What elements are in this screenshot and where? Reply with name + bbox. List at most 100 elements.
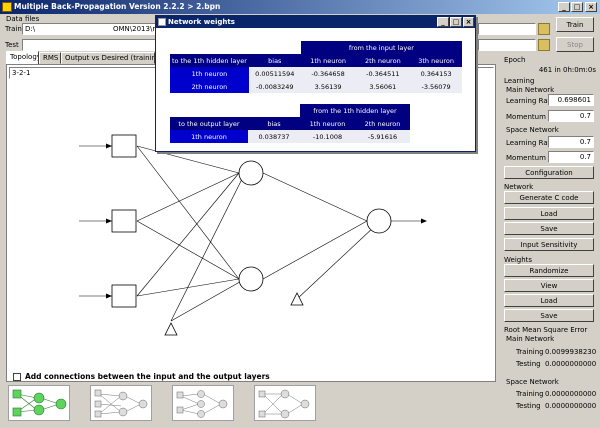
thumbnail-network-4[interactable] — [254, 385, 316, 421]
row-label: 2th neuron — [170, 80, 249, 93]
rmse-training-value: 0.0099938230 — [545, 348, 597, 356]
weights-view-button[interactable]: View — [504, 279, 594, 292]
rmse-space-caption: Space Network — [506, 378, 559, 386]
main-momentum-field[interactable]: 0.7 — [548, 110, 594, 122]
train-button[interactable]: Train — [556, 17, 594, 32]
weight-cell: -0.364511 — [355, 67, 411, 80]
row-label: 1th neuron — [170, 67, 249, 80]
thumbnail-network-3[interactable] — [172, 385, 234, 421]
output-neuron — [366, 208, 392, 234]
bias-cell: -0.0083249 — [248, 80, 301, 93]
weight-cell: -5.91616 — [355, 130, 410, 143]
table-row: 2th neuron -0.0083249 3.56139 3.56061 -3… — [170, 80, 462, 93]
output-weights-table: from the 1th hidden layer to the output … — [170, 104, 410, 143]
input-col-header: 3th neuron — [410, 54, 462, 67]
table-row: 1th neuron 0.038737 -10.1008 -5.91616 — [170, 130, 410, 143]
hidden-weights-table: from the input layer to the 1th hidden l… — [170, 41, 462, 93]
bias-column-header: bias — [248, 54, 301, 67]
rmse-main-caption: Main Network — [506, 335, 555, 343]
rmse-caption: Root Mean Square Error — [504, 326, 588, 334]
space-learning-rate-field[interactable]: 0.7 — [548, 136, 594, 148]
input-sensitivity-button[interactable]: Input Sensitivity — [504, 238, 594, 251]
rmse-space-training-label: Training — [516, 390, 544, 398]
popup-minimize-icon[interactable]: _ — [437, 17, 449, 27]
thumbnail-network-1[interactable] — [8, 385, 70, 421]
weights-caption: Weights — [504, 256, 533, 264]
tab-topology[interactable]: Topology — [6, 51, 39, 65]
close-icon[interactable]: × — [585, 2, 597, 12]
network-save-button[interactable]: Save — [504, 222, 594, 235]
input-arrow-3 — [106, 293, 112, 299]
randomize-button[interactable]: Randomize — [504, 264, 594, 277]
rmse-training-label: Training — [516, 348, 544, 356]
main-network-caption: Main Network — [506, 86, 555, 94]
generate-c-code-button[interactable]: Generate C code — [504, 191, 594, 204]
row-label: 1th neuron — [170, 130, 248, 143]
rmse-testing-label: Testing — [516, 360, 541, 368]
network-caption: Network — [504, 183, 534, 191]
input-arrow-1 — [106, 143, 112, 149]
rmse-testing-value: 0.0000000000 — [545, 360, 597, 368]
weights-save-button[interactable]: Save — [504, 309, 594, 322]
epoch-label: Epoch — [504, 56, 526, 64]
train-label: Train — [5, 25, 22, 33]
window-icon — [158, 18, 166, 26]
input-neuron-2 — [111, 209, 137, 233]
test-file-field[interactable] — [22, 39, 157, 51]
tab-rms[interactable]: RMS — [39, 52, 61, 64]
space-momentum-field[interactable]: 0.7 — [548, 151, 594, 163]
train-path-tail: OMN\2013\nb — [113, 25, 157, 33]
space-network-caption: Space Network — [506, 126, 559, 134]
input-arrow-2 — [106, 218, 112, 224]
bias-cell: 0.038737 — [248, 130, 300, 143]
network-weights-window: Network weights _ □ × from the input lay… — [155, 15, 476, 152]
from-input-layer-header: from the input layer — [300, 41, 462, 54]
weight-cell: 3.56061 — [355, 80, 411, 93]
weight-cell: -0.364658 — [300, 67, 356, 80]
epoch-value: 461 in 0h:0m:0s — [538, 66, 596, 74]
popup-close-icon[interactable]: × — [463, 17, 474, 27]
hidden-col-header: 2th neuron — [355, 117, 410, 130]
rmse-space-testing-value: 0.0000000000 — [545, 402, 597, 410]
add-connections-checkbox[interactable] — [13, 373, 21, 381]
weight-cell: -3.56079 — [410, 80, 462, 93]
bias-cell: 0.00511594 — [248, 67, 301, 80]
tab-output-vs-desired[interactable]: Output vs Desired (training data — [61, 52, 155, 64]
bias-node-hidden — [164, 322, 178, 336]
train-folder-icon[interactable] — [538, 23, 550, 35]
stop-button[interactable]: Stop — [556, 37, 594, 52]
from-hidden-layer-header: from the 1th hidden layer — [300, 104, 410, 117]
weights-load-button[interactable]: Load — [504, 294, 594, 307]
test-file-field-end[interactable] — [478, 39, 536, 51]
add-connections-label: Add connections between the input and th… — [25, 372, 270, 381]
train-path-text: D:\ — [25, 25, 36, 33]
hidden-neuron-2 — [238, 266, 264, 292]
hidden-neuron-1 — [238, 160, 264, 186]
to-output-layer-header: to the output layer — [170, 117, 248, 130]
rmse-space-testing-label: Testing — [516, 402, 541, 410]
network-weights-title: Network weights — [168, 18, 235, 26]
hidden-col-header: 1th neuron — [300, 117, 355, 130]
output-arrow — [421, 218, 427, 224]
window-title-bar: Multiple Back-Propagation Version 2.2.2 … — [0, 0, 600, 14]
space-momentum-label: Momentum — [506, 154, 546, 162]
input-neuron-1 — [111, 134, 137, 158]
popup-maximize-icon[interactable]: □ — [450, 17, 462, 27]
to-hidden-layer-header: to the 1th hidden layer — [170, 54, 249, 67]
input-col-header: 1th neuron — [300, 54, 356, 67]
bias-column-header: bias — [248, 117, 300, 130]
table-row: 1th neuron 0.00511594 -0.364658 -0.36451… — [170, 67, 462, 80]
minimize-icon[interactable]: _ — [558, 2, 570, 12]
thumbnail-network-2[interactable] — [90, 385, 152, 421]
window-title: Multiple Back-Propagation Version 2.2.2 … — [14, 2, 221, 11]
train-file-field[interactable]: D:\ OMN\2013\nb — [22, 23, 157, 35]
train-file-field-end[interactable] — [478, 23, 536, 35]
maximize-icon[interactable]: □ — [571, 2, 583, 12]
configuration-button[interactable]: Configuration — [504, 166, 594, 179]
network-weights-title-bar: Network weights _ □ × — [156, 16, 475, 28]
network-load-button[interactable]: Load — [504, 207, 594, 220]
main-learning-rate-field[interactable]: 0.698601 — [548, 94, 594, 106]
test-folder-icon[interactable] — [538, 39, 550, 51]
test-label: Test — [5, 41, 19, 49]
input-col-header: 2th neuron — [355, 54, 411, 67]
